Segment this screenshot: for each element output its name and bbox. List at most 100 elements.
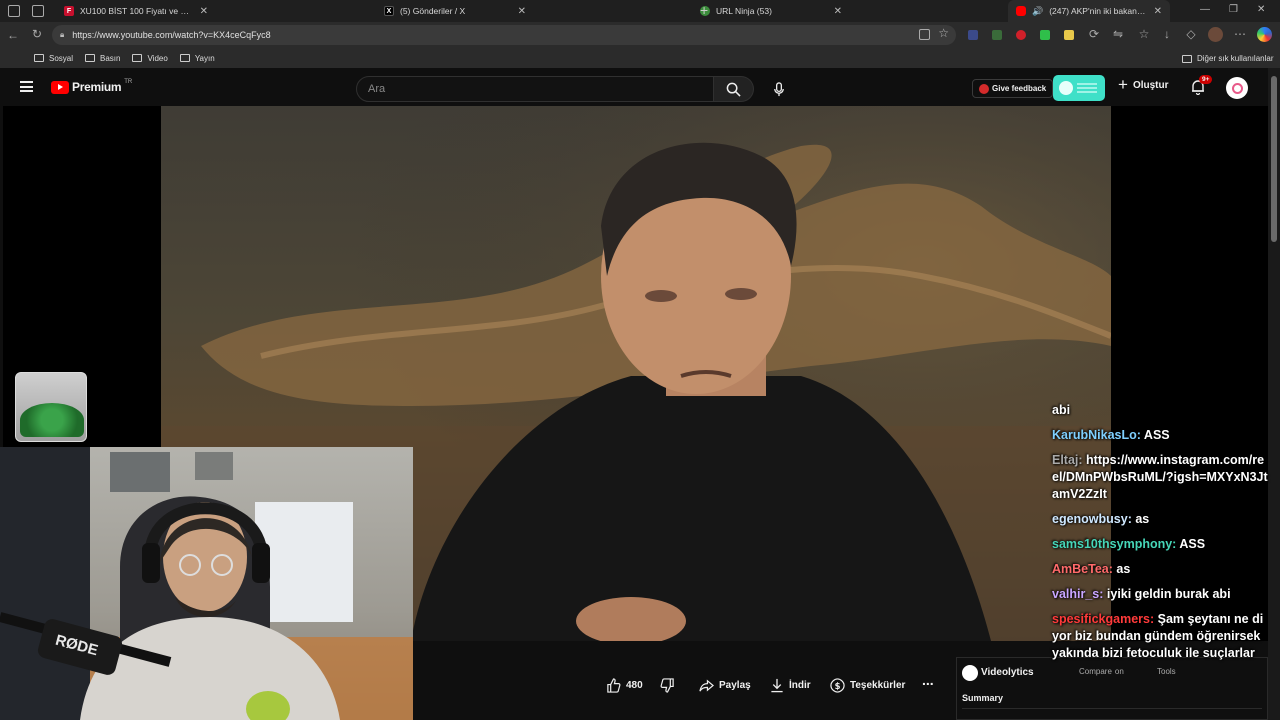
chat-message: sams10thsymphony: ASS — [1052, 536, 1270, 553]
speaker-icon[interactable]: 🔊 — [1032, 6, 1043, 17]
videolytics-title: Videolytics — [981, 667, 1034, 678]
more-menu-icon[interactable]: ⋯ — [1231, 27, 1249, 41]
like-button[interactable]: 480 — [606, 678, 643, 693]
tab-url-ninja[interactable]: URL Ninja (53) ✕ — [692, 0, 850, 22]
youtube-play-icon — [51, 80, 69, 94]
bookmark-folder-video[interactable]: Video — [132, 54, 168, 63]
favorite-star-icon[interactable]: ☆ — [938, 26, 949, 40]
chat-username: sams10thsymphony: — [1052, 537, 1180, 551]
dislike-button[interactable] — [660, 678, 675, 693]
bookmark-folder-yayin[interactable]: Yayın — [179, 54, 215, 63]
chat-messages: abi KarubNikasLo: ASS Eltaj: https://www.i… — [1052, 402, 1270, 670]
url-text: https://www.youtube.com/watch?v=KX4ceCqF… — [72, 30, 271, 40]
chat-username: egenowbusy: — [1052, 512, 1136, 526]
close-tab-icon[interactable]: ✕ — [834, 6, 842, 17]
share-icon — [699, 679, 714, 692]
download-icon — [771, 678, 783, 693]
extension-icon[interactable] — [1064, 30, 1074, 40]
summary-label[interactable]: Summary — [962, 693, 1003, 703]
bookmarks-bar: Sosyal Basın Video Yayın Diğer sık kulla… — [0, 48, 1280, 68]
new-tab-icon[interactable]: + — [700, 2, 708, 18]
tab-title: (247) AKP'nin iki bakanının — [1049, 6, 1148, 16]
close-tab-icon[interactable]: ✕ — [1154, 6, 1162, 17]
favorites-icon[interactable]: ☆ — [1135, 27, 1153, 41]
folder-icon — [85, 54, 96, 62]
close-tab-icon[interactable]: ✕ — [200, 6, 208, 17]
search-button[interactable] — [714, 76, 754, 102]
folder-icon — [1182, 54, 1192, 63]
chat-text: iyiki geldin burak abi — [1106, 587, 1231, 601]
give-feedback-button[interactable]: Give feedback — [972, 79, 1054, 98]
browser-essentials-icon[interactable]: ◇ — [1182, 27, 1200, 41]
x-favicon-icon: X — [384, 6, 394, 16]
youtube-header: Premium TR Ara Give feedback + Oluştur 9… — [0, 68, 1268, 106]
browser-tab-bar: F XU100 BİST 100 Fiyatı ve Grafikle ✕ X … — [0, 0, 1280, 22]
browser-toolbar: ← ↻ 🔒︎ https://www.youtube.com/watch?v=K… — [0, 22, 1280, 48]
restore-icon[interactable]: ❐ — [1229, 4, 1238, 15]
chat-text: abi — [1052, 403, 1071, 417]
thanks-button[interactable]: $ Teşekkürler — [830, 678, 905, 693]
tab-x[interactable]: X (5) Gönderiler / X ✕ — [376, 0, 534, 22]
tab-youtube-active[interactable]: 🔊 (247) AKP'nin iki bakanının ✕ — [1008, 0, 1170, 22]
profile-avatar[interactable] — [1208, 27, 1223, 42]
chat-message: KarubNikasLo: ASS — [1052, 427, 1270, 444]
mic-icon — [774, 81, 784, 96]
search-icon — [726, 82, 741, 97]
back-icon[interactable]: ← — [4, 28, 22, 42]
workspaces-icon[interactable] — [8, 5, 20, 17]
downloads-icon[interactable]: ↓ — [1158, 27, 1176, 41]
split-screen-icon[interactable] — [919, 29, 930, 40]
folder-icon — [179, 54, 190, 62]
extension-icon[interactable] — [968, 30, 978, 40]
tab-title: (5) Gönderiler / X — [400, 6, 466, 16]
reload-icon[interactable]: ↻ — [28, 27, 46, 41]
frog-emotes — [20, 403, 84, 437]
voice-search-button[interactable] — [766, 76, 792, 102]
address-bar[interactable]: 🔒︎ https://www.youtube.com/watch?v=KX4ce… — [52, 25, 956, 45]
minimize-icon[interactable]: — — [1200, 4, 1210, 15]
videolytics-logo-icon — [962, 665, 978, 681]
site-info-icon[interactable]: 🔒︎ — [60, 30, 64, 40]
menu-lines-icon — [1077, 87, 1097, 89]
extension-toggle-button[interactable] — [1053, 75, 1105, 101]
create-button[interactable]: + Oluştur — [1118, 76, 1169, 93]
extension-icon[interactable] — [1016, 30, 1026, 40]
download-button[interactable]: İndir — [770, 678, 811, 693]
split-icon[interactable]: ⇋ — [1109, 27, 1127, 41]
chat-message: AmBeTea: as — [1052, 561, 1270, 578]
hamburger-menu-icon[interactable] — [20, 81, 33, 92]
chat-text: as — [1135, 512, 1150, 526]
share-button[interactable]: Paylaş — [699, 678, 751, 693]
account-avatar[interactable] — [1226, 77, 1248, 99]
chat-message: egenowbusy: as — [1052, 511, 1270, 528]
toggle-knob — [1059, 81, 1073, 95]
scrollbar-thumb[interactable] — [1271, 76, 1277, 242]
other-bookmarks[interactable]: Diğer sık kullanılanlar — [1182, 54, 1273, 63]
search-input[interactable]: Ara — [356, 76, 714, 102]
chat-username: spesifickgamers: — [1052, 612, 1158, 626]
extension-icon[interactable] — [992, 30, 1002, 40]
folder-icon — [34, 54, 44, 62]
copilot-icon[interactable] — [1257, 27, 1272, 42]
chat-message: spesifickgamers: Şam şeytanı ne diyor bi… — [1052, 611, 1270, 662]
more-actions-button[interactable]: ... — [922, 672, 934, 688]
avatar-logo-icon — [1231, 82, 1243, 94]
bookmark-folder-basin[interactable]: Basın — [85, 54, 120, 63]
extensions-puzzle-icon[interactable]: ⟳ — [1085, 27, 1103, 41]
chat-text: ASS — [1143, 428, 1170, 442]
tab-bist[interactable]: F XU100 BİST 100 Fiyatı ve Grafikle ✕ — [56, 0, 216, 22]
chat-text: ASS — [1179, 537, 1206, 551]
panel-divider — [962, 708, 1262, 709]
thumbs-down-icon — [660, 678, 674, 693]
tab-title: XU100 BİST 100 Fiyatı ve Grafikle — [80, 6, 194, 16]
chat-message: valhir_s: iyiki geldin burak abi — [1052, 586, 1270, 603]
close-window-icon[interactable]: ✕ — [1257, 4, 1265, 15]
thumbs-up-icon — [607, 678, 621, 693]
bookmark-folder-sosyal[interactable]: Sosyal — [34, 54, 73, 63]
youtube-premium-logo[interactable]: Premium TR — [51, 79, 132, 94]
close-tab-icon[interactable]: ✕ — [518, 6, 526, 17]
extension-icon[interactable] — [1040, 30, 1050, 40]
notifications-button[interactable]: 9+ — [1190, 75, 1213, 100]
bist-favicon-icon: F — [64, 6, 74, 16]
tab-actions-icon[interactable] — [32, 5, 44, 17]
